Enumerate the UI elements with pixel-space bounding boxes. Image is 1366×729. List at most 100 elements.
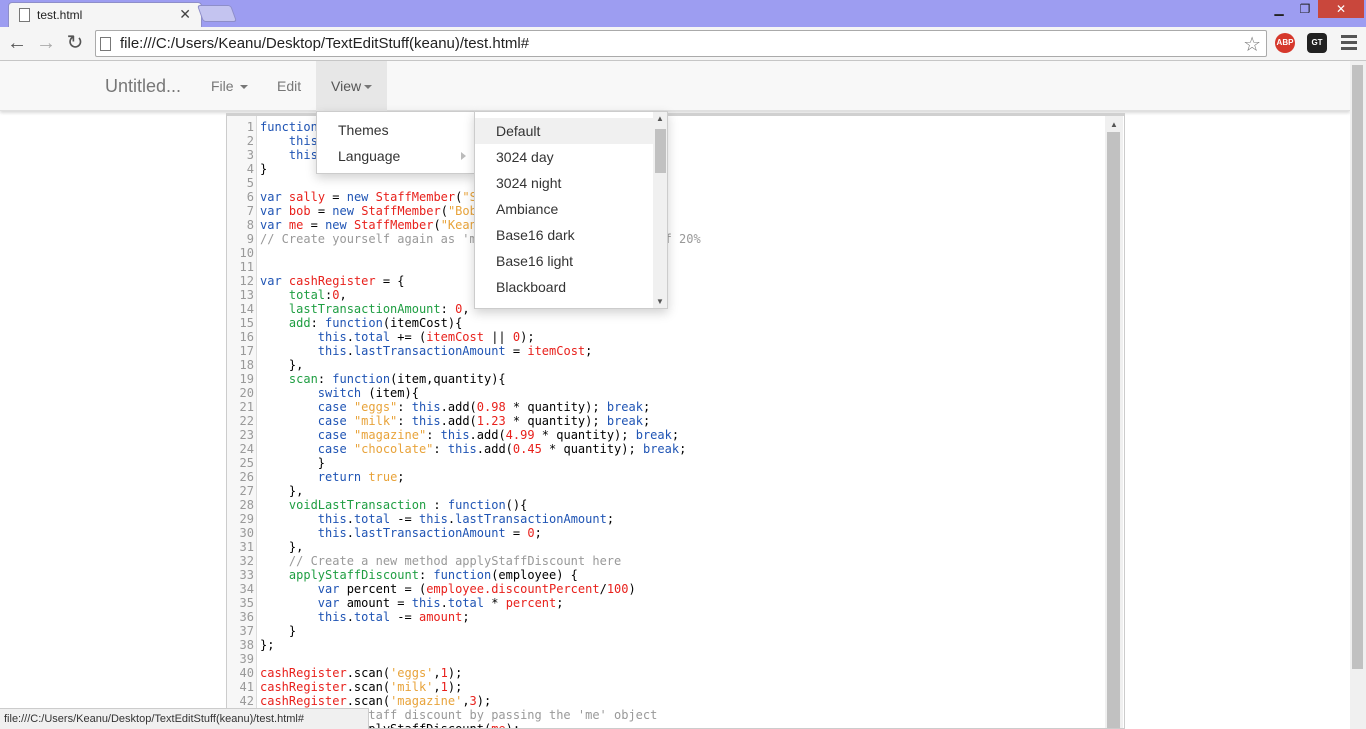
code-text[interactable]: }, bbox=[260, 540, 303, 554]
code-text[interactable]: total:0, bbox=[260, 288, 347, 302]
code-text[interactable]: case "magazine": this.add(4.99 * quantit… bbox=[260, 428, 679, 442]
code-text[interactable]: } bbox=[260, 456, 325, 470]
code-line[interactable]: 31 }, bbox=[227, 540, 701, 554]
code-line[interactable]: 34 var percent = (employee.discountPerce… bbox=[227, 582, 701, 596]
browser-tab[interactable]: test.html ✕ bbox=[8, 2, 202, 27]
menu-item-themes[interactable]: Themes bbox=[317, 117, 474, 143]
theme-item[interactable]: Base16 dark bbox=[475, 222, 653, 248]
code-line[interactable]: 20 switch (item){ bbox=[227, 386, 701, 400]
url-text[interactable]: file:///C:/Users/Keanu/Desktop/TextEditS… bbox=[120, 35, 529, 52]
code-line[interactable]: 42 cashRegister.scan('magazine',3); bbox=[227, 694, 701, 708]
code-text[interactable]: }, bbox=[260, 358, 303, 372]
adblock-extension-icon[interactable]: ABP bbox=[1275, 33, 1295, 53]
file-menu[interactable]: File bbox=[196, 61, 263, 111]
new-tab-button[interactable] bbox=[196, 5, 238, 22]
code-text[interactable]: cashRegister.scan('milk',1); bbox=[260, 680, 462, 694]
code-line[interactable]: 28 voidLastTransaction : function(){ bbox=[227, 498, 701, 512]
close-window-icon[interactable]: ✕ bbox=[1318, 0, 1364, 18]
code-text[interactable]: this.total += (itemCost || 0); bbox=[260, 330, 535, 344]
line-number: 14 bbox=[239, 302, 254, 316]
back-arrow-icon[interactable]: ← bbox=[6, 32, 28, 54]
theme-item[interactable]: 3024 night bbox=[475, 170, 653, 196]
scroll-up-icon[interactable]: ▲ bbox=[1110, 120, 1118, 129]
code-text[interactable]: // Create a new method applyStaffDiscoun… bbox=[260, 554, 621, 568]
view-menu[interactable]: View bbox=[316, 61, 388, 111]
scroll-down-icon[interactable]: ▼ bbox=[656, 297, 664, 306]
code-text[interactable]: switch (item){ bbox=[260, 386, 419, 400]
code-text[interactable]: } bbox=[260, 624, 296, 638]
code-text[interactable]: case "milk": this.add(1.23 * quantity); … bbox=[260, 414, 650, 428]
code-text[interactable]: cashRegister.scan('magazine',3); bbox=[260, 694, 491, 708]
editor-scrollbar-thumb[interactable] bbox=[1107, 132, 1120, 728]
tab-close-icon[interactable]: ✕ bbox=[179, 6, 191, 23]
code-text[interactable]: voidLastTransaction : function(){ bbox=[260, 498, 527, 512]
page-scrollbar-thumb[interactable] bbox=[1352, 65, 1363, 669]
maximize-icon[interactable]: ❐ bbox=[1292, 0, 1318, 18]
theme-item[interactable]: Ambiance bbox=[475, 196, 653, 222]
code-text[interactable]: this.lastTransactionAmount = 0; bbox=[260, 526, 542, 540]
code-line[interactable]: 40 cashRegister.scan('eggs',1); bbox=[227, 666, 701, 680]
code-line[interactable]: 38}; bbox=[227, 638, 701, 652]
code-line[interactable]: 35 var amount = this.total * percent; bbox=[227, 596, 701, 610]
page-scrollbar[interactable] bbox=[1350, 61, 1366, 729]
code-line[interactable]: 36 this.total -= amount; bbox=[227, 610, 701, 624]
code-line[interactable]: 24 case "chocolate": this.add(0.45 * qua… bbox=[227, 442, 701, 456]
code-text[interactable]: this.lastTransactionAmount = itemCost; bbox=[260, 344, 593, 358]
translate-extension-icon[interactable]: GT bbox=[1307, 33, 1327, 53]
code-text[interactable]: lastTransactionAmount: 0, bbox=[260, 302, 470, 316]
code-line[interactable]: 41 cashRegister.scan('milk',1); bbox=[227, 680, 701, 694]
code-line[interactable]: 30 this.lastTransactionAmount = 0; bbox=[227, 526, 701, 540]
code-line[interactable]: 27 }, bbox=[227, 484, 701, 498]
reload-icon[interactable]: ↻ bbox=[64, 32, 86, 54]
code-text[interactable]: }; bbox=[260, 638, 274, 652]
code-text[interactable]: } bbox=[260, 162, 267, 176]
code-line[interactable]: 29 this.total -= this.lastTransactionAmo… bbox=[227, 512, 701, 526]
line-number: 6 bbox=[246, 190, 254, 204]
code-text[interactable]: var percent = (employee.discountPercent/… bbox=[260, 582, 636, 596]
submenu-scrollbar[interactable]: ▲ ▼ bbox=[653, 112, 667, 308]
code-text[interactable]: case "eggs": this.add(0.98 * quantity); … bbox=[260, 400, 650, 414]
code-line[interactable]: 16 this.total += (itemCost || 0); bbox=[227, 330, 701, 344]
code-line[interactable]: 18 }, bbox=[227, 358, 701, 372]
theme-item[interactable]: Default bbox=[475, 118, 653, 144]
edit-menu[interactable]: Edit bbox=[262, 61, 316, 111]
editor-scrollbar[interactable]: ▲ bbox=[1105, 116, 1123, 728]
code-line[interactable]: 32 // Create a new method applyStaffDisc… bbox=[227, 554, 701, 568]
code-text[interactable]: this.total -= this.lastTransactionAmount… bbox=[260, 512, 614, 526]
code-line[interactable]: 23 case "magazine": this.add(4.99 * quan… bbox=[227, 428, 701, 442]
code-line[interactable]: 25 } bbox=[227, 456, 701, 470]
code-text[interactable]: var amount = this.total * percent; bbox=[260, 596, 564, 610]
code-text[interactable]: scan: function(item,quantity){ bbox=[260, 372, 506, 386]
scroll-up-icon[interactable]: ▲ bbox=[656, 114, 664, 123]
hamburger-menu-icon[interactable] bbox=[1341, 35, 1357, 53]
code-line[interactable]: 21 case "eggs": this.add(0.98 * quantity… bbox=[227, 400, 701, 414]
code-text[interactable]: this.total -= amount; bbox=[260, 610, 470, 624]
code-text[interactable]: case "chocolate": this.add(0.45 * quanti… bbox=[260, 442, 687, 456]
code-text[interactable]: return true; bbox=[260, 470, 405, 484]
code-line[interactable]: 39 bbox=[227, 652, 701, 666]
document-title[interactable]: Untitled... bbox=[105, 76, 181, 97]
code-text[interactable]: }, bbox=[260, 484, 303, 498]
code-line[interactable]: 15 add: function(itemCost){ bbox=[227, 316, 701, 330]
code-text[interactable]: add: function(itemCost){ bbox=[260, 316, 462, 330]
code-text[interactable]: applyStaffDiscount: function(employee) { bbox=[260, 568, 578, 582]
code-line[interactable]: 26 return true; bbox=[227, 470, 701, 484]
code-text[interactable]: var cashRegister = { bbox=[260, 274, 405, 288]
code-line[interactable]: 33 applyStaffDiscount: function(employee… bbox=[227, 568, 701, 582]
theme-item[interactable]: Cobalt bbox=[475, 300, 653, 308]
minimize-icon[interactable]: ▁ bbox=[1266, 0, 1292, 18]
code-line[interactable]: 19 scan: function(item,quantity){ bbox=[227, 372, 701, 386]
code-line[interactable]: 37 } bbox=[227, 624, 701, 638]
submenu-scrollbar-thumb[interactable] bbox=[655, 129, 666, 173]
theme-item[interactable]: 3024 day bbox=[475, 144, 653, 170]
bookmark-star-icon[interactable]: ☆ bbox=[1243, 32, 1261, 57]
code-line[interactable]: 17 this.lastTransactionAmount = itemCost… bbox=[227, 344, 701, 358]
code-text[interactable]: cashRegister.scan('eggs',1); bbox=[260, 666, 462, 680]
address-bar[interactable]: file:///C:/Users/Keanu/Desktop/TextEditS… bbox=[95, 30, 1267, 57]
code-editor[interactable]: 1function StaffMember(name,discountPerce… bbox=[226, 113, 1125, 729]
code-line[interactable]: 22 case "milk": this.add(1.23 * quantity… bbox=[227, 414, 701, 428]
menu-item-language[interactable]: Language bbox=[317, 143, 474, 169]
theme-item[interactable]: Blackboard bbox=[475, 274, 653, 300]
forward-arrow-icon[interactable]: → bbox=[35, 32, 57, 54]
theme-item[interactable]: Base16 light bbox=[475, 248, 653, 274]
